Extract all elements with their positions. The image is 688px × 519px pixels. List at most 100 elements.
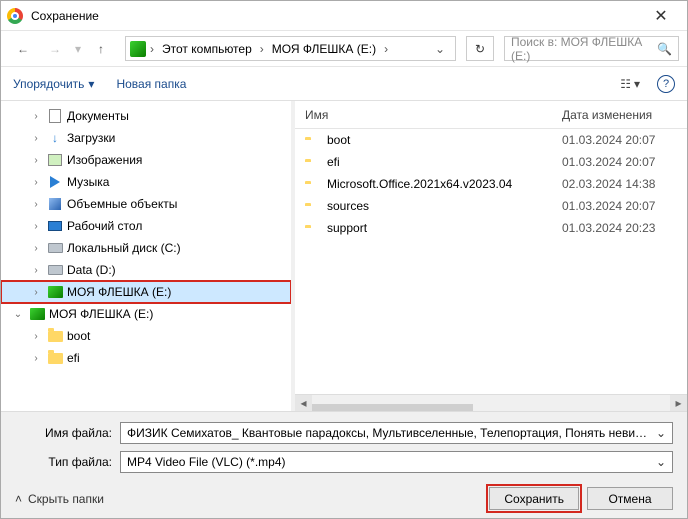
new-folder-button[interactable]: Новая папка [116, 77, 186, 91]
chevron-down-icon[interactable]: ⌄ [650, 426, 666, 440]
nav-row: ← → ▾ ↑ › Этот компьютер › МОЯ ФЛЕШКА (E… [1, 31, 687, 67]
chevron-down-icon[interactable]: ⌄ [650, 455, 666, 469]
dl-icon: ↓ [47, 130, 63, 146]
main-area: ›Документы›↓Загрузки›Изображения›Музыка›… [1, 101, 687, 411]
tree-twisty[interactable]: › [29, 155, 43, 166]
file-name: sources [323, 199, 562, 213]
filename-input[interactable]: ФИЗИК Семихатов_ Квантовые парадоксы, Му… [120, 422, 673, 444]
file-date: 01.03.2024 20:07 [562, 155, 687, 169]
tree-twisty[interactable]: › [29, 199, 43, 210]
organize-button[interactable]: Упорядочить▾ [13, 77, 94, 91]
desk-icon [47, 218, 63, 234]
breadcrumb-seg[interactable]: МОЯ ФЛЕШКА (E:) [268, 42, 380, 56]
breadcrumb-dropdown[interactable]: ⌄ [429, 42, 451, 56]
file-header[interactable]: Имя Дата изменения [295, 101, 687, 129]
file-date: 01.03.2024 20:07 [562, 199, 687, 213]
tree-label: boot [67, 329, 90, 343]
file-name: boot [323, 133, 562, 147]
tree-item[interactable]: › boot [1, 325, 291, 347]
tree-label: Изображения [67, 153, 142, 167]
save-button[interactable]: Сохранить [489, 487, 579, 510]
window-title: Сохранение [31, 9, 641, 23]
filetype-value: MP4 Video File (VLC) (*.mp4) [127, 455, 650, 469]
file-row[interactable]: Microsoft.Office.2021x64.v2023.0402.03.2… [295, 173, 687, 195]
tree-item[interactable]: › Музыка [1, 171, 291, 193]
tree-item[interactable]: › МОЯ ФЛЕШКА (E:) [1, 281, 291, 303]
tree-label: МОЯ ФЛЕШКА (E:) [49, 307, 153, 321]
h-scrollbar[interactable]: ◂ ▸ [295, 394, 687, 411]
filename-label: Имя файла: [15, 426, 120, 440]
forward-button[interactable]: → [41, 35, 69, 63]
tree-label: Data (D:) [67, 263, 116, 277]
cancel-button[interactable]: Отмена [587, 487, 673, 510]
col-date[interactable]: Дата изменения [562, 108, 687, 122]
search-icon: 🔍 [657, 42, 672, 56]
help-button[interactable]: ? [657, 75, 675, 93]
close-button[interactable]: ✕ [641, 1, 681, 31]
tree-item[interactable]: ›Рабочий стол [1, 215, 291, 237]
tree-twisty[interactable]: › [29, 177, 43, 188]
tree-item[interactable]: ›efi [1, 347, 291, 369]
scroll-right-button[interactable]: ▸ [670, 395, 687, 412]
tree-item[interactable]: ⌄ МОЯ ФЛЕШКА (E:) [1, 303, 291, 325]
chevron-icon: › [150, 42, 154, 56]
col-name[interactable]: Имя [305, 108, 562, 122]
tree-label: Музыка [67, 175, 109, 189]
cube-icon [47, 196, 63, 212]
filetype-label: Тип файла: [15, 455, 120, 469]
tree-item[interactable]: › Изображения [1, 149, 291, 171]
scroll-left-button[interactable]: ◂ [295, 395, 312, 412]
file-name: support [323, 221, 562, 235]
chevron-down-icon: ▾ [88, 77, 94, 91]
view-mode-button[interactable]: ☷▾ [613, 73, 647, 95]
title-bar: Сохранение ✕ [1, 1, 687, 31]
filename-value: ФИЗИК Семихатов_ Квантовые парадоксы, Му… [127, 426, 650, 440]
usb-icon [29, 306, 45, 322]
tree-item[interactable]: › Data (D:) [1, 259, 291, 281]
hdd-icon [47, 262, 63, 278]
search-placeholder: Поиск в: МОЯ ФЛЕШКА (E:) [511, 35, 657, 63]
tree-twisty[interactable]: › [29, 221, 43, 232]
folder-tree[interactable]: ›Документы›↓Загрузки›Изображения›Музыка›… [1, 101, 291, 411]
drive-icon [130, 41, 146, 57]
tree-twisty[interactable]: › [29, 331, 43, 342]
file-date: 02.03.2024 14:38 [562, 177, 687, 191]
file-name: efi [323, 155, 562, 169]
tree-item[interactable]: ›Документы [1, 105, 291, 127]
file-name: Microsoft.Office.2021x64.v2023.04 [323, 177, 562, 191]
tree-twisty[interactable]: ⌄ [11, 309, 25, 320]
folder-icon [47, 328, 63, 344]
breadcrumb-seg[interactable]: Этот компьютер [158, 42, 256, 56]
tree-twisty[interactable]: › [29, 243, 43, 254]
chrome-icon [7, 8, 23, 24]
usb-icon [47, 284, 63, 300]
file-row[interactable]: sources01.03.2024 20:07 [295, 195, 687, 217]
tree-item[interactable]: ›Объемные объекты [1, 193, 291, 215]
up-button[interactable]: ↑ [87, 35, 115, 63]
refresh-button[interactable]: ↻ [466, 36, 494, 61]
tree-twisty[interactable]: › [29, 353, 43, 364]
chevron-icon: › [384, 42, 388, 56]
tree-label: МОЯ ФЛЕШКА (E:) [67, 285, 171, 299]
tree-label: Локальный диск (C:) [67, 241, 181, 255]
file-pane: Имя Дата изменения boot01.03.2024 20:07e… [295, 101, 687, 411]
file-row[interactable]: support01.03.2024 20:23 [295, 217, 687, 239]
doc-icon [47, 108, 63, 124]
breadcrumb[interactable]: › Этот компьютер › МОЯ ФЛЕШКА (E:) › ⌄ [125, 36, 456, 61]
scroll-thumb[interactable] [312, 404, 473, 411]
tree-twisty[interactable]: › [29, 265, 43, 276]
hide-folders-toggle[interactable]: ˄Скрыть папки [15, 492, 104, 506]
back-button[interactable]: ← [9, 35, 37, 63]
bottom-panel: Имя файла: ФИЗИК Семихатов_ Квантовые па… [1, 411, 687, 518]
tree-item[interactable]: › Локальный диск (C:) [1, 237, 291, 259]
filetype-select[interactable]: MP4 Video File (VLC) (*.mp4) ⌄ [120, 451, 673, 473]
tree-twisty[interactable]: › [29, 133, 43, 144]
file-row[interactable]: efi01.03.2024 20:07 [295, 151, 687, 173]
tree-twisty[interactable]: › [29, 111, 43, 122]
file-row[interactable]: boot01.03.2024 20:07 [295, 129, 687, 151]
search-input[interactable]: Поиск в: МОЯ ФЛЕШКА (E:) 🔍 [504, 36, 679, 61]
tree-item[interactable]: › ↓ Загрузки [1, 127, 291, 149]
tree-twisty[interactable]: › [29, 287, 43, 298]
tree-label: Загрузки [67, 131, 115, 145]
file-list[interactable]: boot01.03.2024 20:07efi01.03.2024 20:07M… [295, 129, 687, 394]
